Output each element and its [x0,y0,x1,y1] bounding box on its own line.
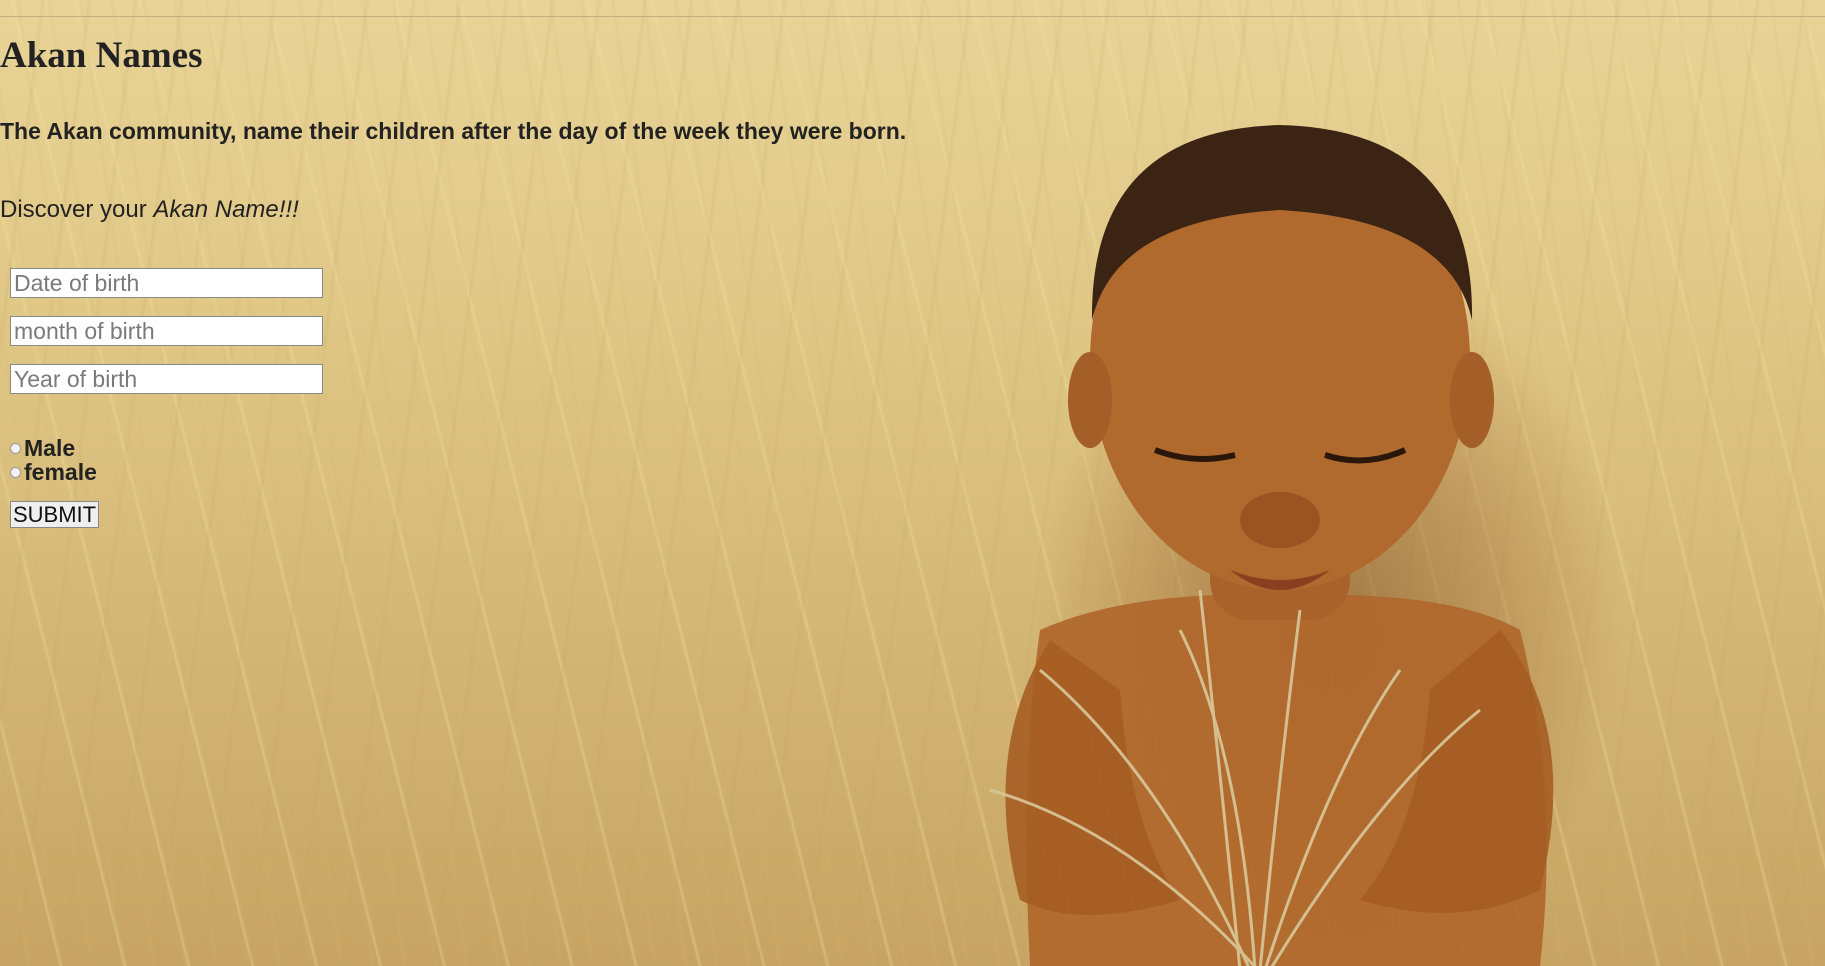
gender-option-female[interactable]: female [10,459,97,486]
gender-option-male[interactable]: Male [10,435,75,462]
female-label: female [24,459,97,485]
page-subtitle: The Akan community, name their children … [0,118,907,144]
female-radio[interactable] [10,467,21,478]
submit-button[interactable]: SUBMIT [10,501,100,528]
year-of-birth-input[interactable] [10,364,323,394]
date-of-birth-input[interactable] [10,268,323,298]
top-divider [0,16,1825,17]
discover-emphasis: Akan Name!!! [153,196,299,223]
male-label: Male [24,435,76,461]
male-radio[interactable] [10,443,21,454]
background-child-photo [989,125,1554,966]
discover-prefix: Discover your [0,196,154,223]
month-of-birth-input[interactable] [10,316,323,346]
discover-text: Discover your Akan Name!!! [0,196,299,224]
page-title: Akan Names [0,35,203,76]
